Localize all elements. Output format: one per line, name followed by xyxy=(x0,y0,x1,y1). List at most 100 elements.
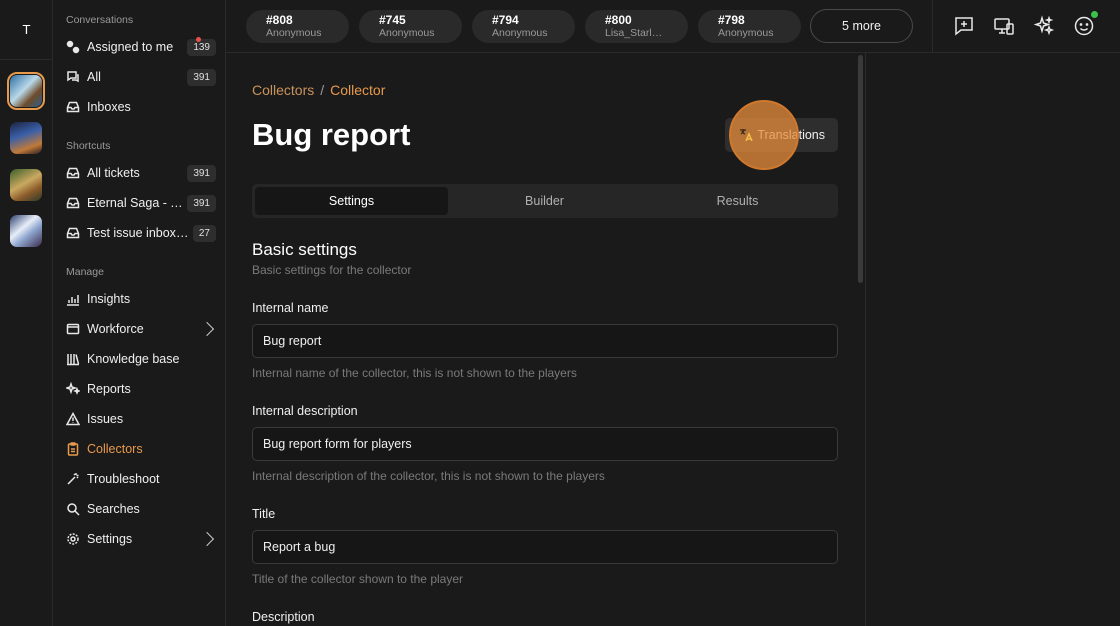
ticket-tab[interactable]: #808 Anonymous xyxy=(246,10,349,43)
section-manage: Manage xyxy=(66,266,104,278)
tab-results[interactable]: Results xyxy=(641,187,834,215)
sidebar-item-label: Reports xyxy=(87,382,131,396)
main-scrollbar[interactable] xyxy=(858,55,863,283)
sidebar-item-test-issue-inbox[interactable]: Test issue inbox only 27 xyxy=(66,222,216,244)
new-conversation-icon[interactable] xyxy=(953,15,975,37)
workspace-switcher[interactable]: T xyxy=(0,0,53,60)
tab-builder[interactable]: Builder xyxy=(448,187,641,215)
magic-wand-icon xyxy=(66,472,80,486)
breadcrumb-parent[interactable]: Collectors xyxy=(252,82,314,98)
sidebar-item-reports[interactable]: Reports xyxy=(66,378,216,400)
sidebar-item-label: Test issue inbox only xyxy=(87,226,189,240)
sidebar-item-label: Settings xyxy=(87,532,133,546)
title-label: Title xyxy=(252,507,276,521)
app-rail: T xyxy=(0,0,53,626)
sidebar-item-label: Issues xyxy=(87,412,124,426)
unread-dot xyxy=(196,37,201,42)
section-heading: Basic settings xyxy=(252,240,357,259)
sidebar-item-label: All tickets xyxy=(87,166,140,180)
right-pane-divider xyxy=(865,53,866,626)
breadcrumb: Collectors / Collector xyxy=(252,82,385,98)
description-label: Description xyxy=(252,610,315,624)
divider xyxy=(932,0,933,53)
game-app-4[interactable] xyxy=(10,215,42,247)
section-shortcuts: Shortcuts xyxy=(66,140,111,152)
section-subheading: Basic settings for the collector xyxy=(252,263,412,277)
chevron-right-icon[interactable] xyxy=(199,321,215,337)
game-app-2[interactable] xyxy=(10,122,42,154)
sidebar-item-insights[interactable]: Insights xyxy=(66,288,216,310)
tab-settings[interactable]: Settings xyxy=(255,187,448,215)
breadcrumb-separator: / xyxy=(320,82,325,98)
sidebar-item-all[interactable]: All 391 xyxy=(66,66,216,88)
ticket-requester: Anonymous xyxy=(718,27,774,39)
inbox-icon xyxy=(66,226,80,240)
search-icon xyxy=(66,502,80,516)
window-icon xyxy=(66,322,80,336)
sidebar-item-settings[interactable]: Settings xyxy=(66,528,216,550)
sidebar-item-label: Knowledge base xyxy=(87,352,180,366)
chevron-right-icon[interactable] xyxy=(199,531,215,547)
ticket-requester: Anonymous xyxy=(379,27,435,39)
internal-name-input[interactable]: Bug report xyxy=(252,324,838,358)
ticket-requester: Anonymous xyxy=(492,27,548,39)
sidebar-item-label: Collectors xyxy=(87,442,143,456)
internal-description-help: Internal description of the collector, t… xyxy=(252,469,605,483)
ticket-requester: Lisa_Starlight xyxy=(605,27,663,39)
user-avatar-icon[interactable] xyxy=(1073,15,1095,37)
input-value: Report a bug xyxy=(263,540,336,554)
chart-icon xyxy=(66,292,80,306)
sidebar-item-searches[interactable]: Searches xyxy=(66,498,216,520)
internal-name-help: Internal name of the collector, this is … xyxy=(252,366,577,380)
online-status-dot xyxy=(1091,11,1098,18)
title-help: Title of the collector shown to the play… xyxy=(252,572,463,586)
ticket-tab[interactable]: #798 Anonymous xyxy=(698,10,801,43)
sidebar: Conversations Assigned to me 139 All 391… xyxy=(53,0,226,626)
ticket-tab[interactable]: #745 Anonymous xyxy=(359,10,462,43)
sidebar-item-troubleshoot[interactable]: Troubleshoot xyxy=(66,468,216,490)
sidebar-item-knowledge-base[interactable]: Knowledge base xyxy=(66,348,216,370)
sidebar-item-label: Eternal Saga - Ticke… xyxy=(87,196,183,210)
sidebar-item-eternal-saga[interactable]: Eternal Saga - Ticke… 391 xyxy=(66,192,216,214)
warning-icon xyxy=(66,412,80,426)
title-input[interactable]: Report a bug xyxy=(252,530,838,564)
devices-icon[interactable] xyxy=(993,15,1015,37)
sidebar-item-label: Workforce xyxy=(87,322,144,336)
count-badge: 391 xyxy=(187,194,216,212)
section-conversations: Conversations xyxy=(66,14,134,26)
library-icon xyxy=(66,352,80,366)
ticket-number: #794 xyxy=(492,13,519,27)
game-app-1[interactable] xyxy=(7,72,45,110)
sidebar-item-issues[interactable]: Issues xyxy=(66,408,216,430)
input-value: Bug report xyxy=(263,334,322,348)
sidebar-item-workforce[interactable]: Workforce xyxy=(66,318,216,340)
ticket-number: #808 xyxy=(266,13,293,27)
sidebar-item-label: Searches xyxy=(87,502,140,516)
internal-name-label: Internal name xyxy=(252,301,329,315)
sidebar-item-inboxes[interactable]: Inboxes xyxy=(66,96,216,118)
sidebar-item-all-tickets[interactable]: All tickets 391 xyxy=(66,162,216,184)
sparkle-ai-icon[interactable] xyxy=(1033,15,1055,37)
ticket-requester: Anonymous xyxy=(266,27,322,39)
sidebar-item-collectors[interactable]: Collectors xyxy=(66,438,216,460)
clipboard-icon xyxy=(66,442,80,456)
ticket-tab[interactable]: #800 Lisa_Starlight xyxy=(585,10,688,43)
sidebar-item-label: Assigned to me xyxy=(87,40,174,54)
more-tickets-button[interactable]: 5 more xyxy=(810,9,913,43)
count-badge: 391 xyxy=(187,164,216,182)
count-badge: 391 xyxy=(187,68,216,86)
inbox-icon xyxy=(66,166,80,180)
page-title: Bug report xyxy=(252,117,411,152)
inbox-icon xyxy=(66,100,80,114)
translate-icon xyxy=(740,129,753,142)
ticket-tab[interactable]: #794 Anonymous xyxy=(472,10,575,43)
sidebar-item-assigned[interactable]: Assigned to me 139 xyxy=(66,36,216,58)
sidebar-item-label: Troubleshoot xyxy=(87,472,160,486)
internal-description-input[interactable]: Bug report form for players xyxy=(252,427,838,461)
gear-icon xyxy=(66,532,80,546)
ticket-number: #798 xyxy=(718,13,745,27)
ticket-number: #745 xyxy=(379,13,406,27)
tab-bar: Settings Builder Results xyxy=(252,184,838,218)
game-app-3[interactable] xyxy=(10,169,42,201)
assigned-icon xyxy=(66,40,80,54)
